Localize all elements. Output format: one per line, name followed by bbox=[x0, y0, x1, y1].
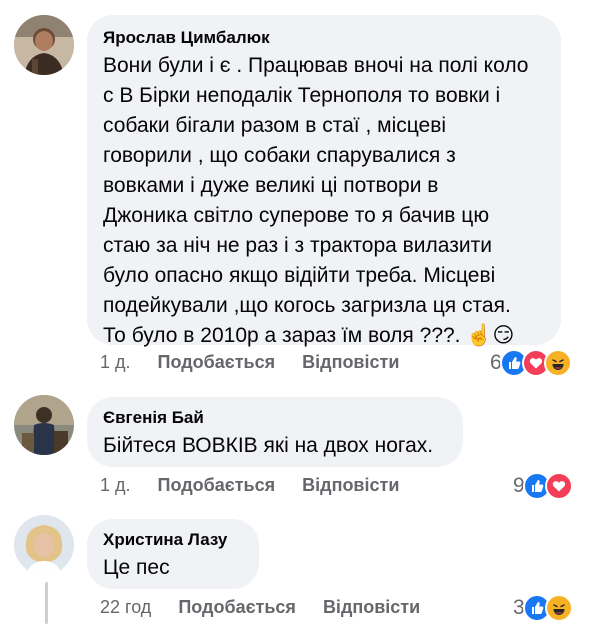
comment-author[interactable]: Ярослав Цимбалюк bbox=[103, 27, 545, 49]
comment-text-line: с В Бірки неподалік Тернополя то вовки і bbox=[103, 84, 501, 107]
love-icon bbox=[544, 472, 573, 500]
comment-bubble: Христина Лазу Це пес bbox=[87, 519, 259, 589]
emoji-pointing-smirk: ☝️😏 bbox=[466, 324, 515, 347]
comment-text-line: То було в 2010р а зараз їм воля ???. ☝️😏 bbox=[103, 321, 545, 351]
thread-line bbox=[45, 582, 48, 624]
comment-text-line: Джоника світло суперове то я бачив цю bbox=[103, 204, 490, 227]
avatar[interactable] bbox=[14, 15, 74, 75]
comment-text-line: було опасно якщо відійти треба. Місцеві bbox=[103, 264, 496, 287]
comment-text-line: собаки бігали разом в стаї , місцеві bbox=[103, 114, 447, 137]
comment-text-line: Це пес bbox=[103, 556, 170, 579]
comment-time[interactable]: 1 д. bbox=[100, 475, 131, 496]
comment-text-line: Бійтеся ВОВКІВ які на двох ногах. bbox=[103, 434, 434, 457]
haha-icon bbox=[544, 594, 573, 622]
reaction-summary[interactable]: 6 bbox=[490, 349, 572, 377]
like-button[interactable]: Подобається bbox=[158, 352, 276, 373]
comment-time[interactable]: 22 год bbox=[100, 597, 151, 618]
comment-text-line: говорили , що собаки спарувалися з bbox=[103, 144, 456, 167]
avatar-photo-icon bbox=[14, 515, 74, 575]
avatar-photo-icon bbox=[14, 395, 74, 455]
avatar[interactable] bbox=[14, 395, 74, 455]
avatar-photo-icon bbox=[14, 15, 74, 75]
comment-author[interactable]: Євгенія Бай bbox=[103, 407, 447, 429]
comment-author[interactable]: Христина Лазу bbox=[103, 529, 243, 551]
like-button[interactable]: Подобається bbox=[158, 475, 276, 496]
comment-text-line: вовками і дуже великі ці потвори в bbox=[103, 174, 439, 197]
reaction-summary[interactable]: 9 bbox=[513, 472, 573, 500]
comment-text-line: стаю за ніч не раз і з трактора вилазити bbox=[103, 234, 492, 257]
comment-time[interactable]: 1 д. bbox=[100, 352, 131, 373]
like-button[interactable]: Подобається bbox=[178, 597, 296, 618]
reply-button[interactable]: Відповісти bbox=[323, 597, 420, 618]
reply-button[interactable]: Відповісти bbox=[302, 475, 399, 496]
haha-icon bbox=[543, 349, 572, 377]
comment-text-segment: То було в 2010р а зараз їм воля ???. bbox=[103, 324, 461, 347]
comment-text-line: подейкували ,що когось загризла ця стая. bbox=[103, 294, 511, 317]
reply-button[interactable]: Відповісти bbox=[302, 352, 399, 373]
comment-bubble: Ярослав Цимбалюк Вони були і є . Працюва… bbox=[87, 15, 561, 347]
comment-bubble: Євгенія Бай Бійтеся ВОВКІВ які на двох н… bbox=[87, 397, 463, 467]
comment-meta: 22 год Подобається Відповісти bbox=[100, 597, 420, 618]
comment-meta: 1 д. Подобається Відповісти bbox=[100, 475, 399, 496]
avatar[interactable] bbox=[14, 515, 74, 575]
comment-text-line: Вони були і є . Працював вночі на полі к… bbox=[103, 54, 529, 77]
reaction-summary[interactable]: 3 bbox=[513, 594, 573, 622]
comment-meta: 1 д. Подобається Відповісти bbox=[100, 352, 399, 373]
